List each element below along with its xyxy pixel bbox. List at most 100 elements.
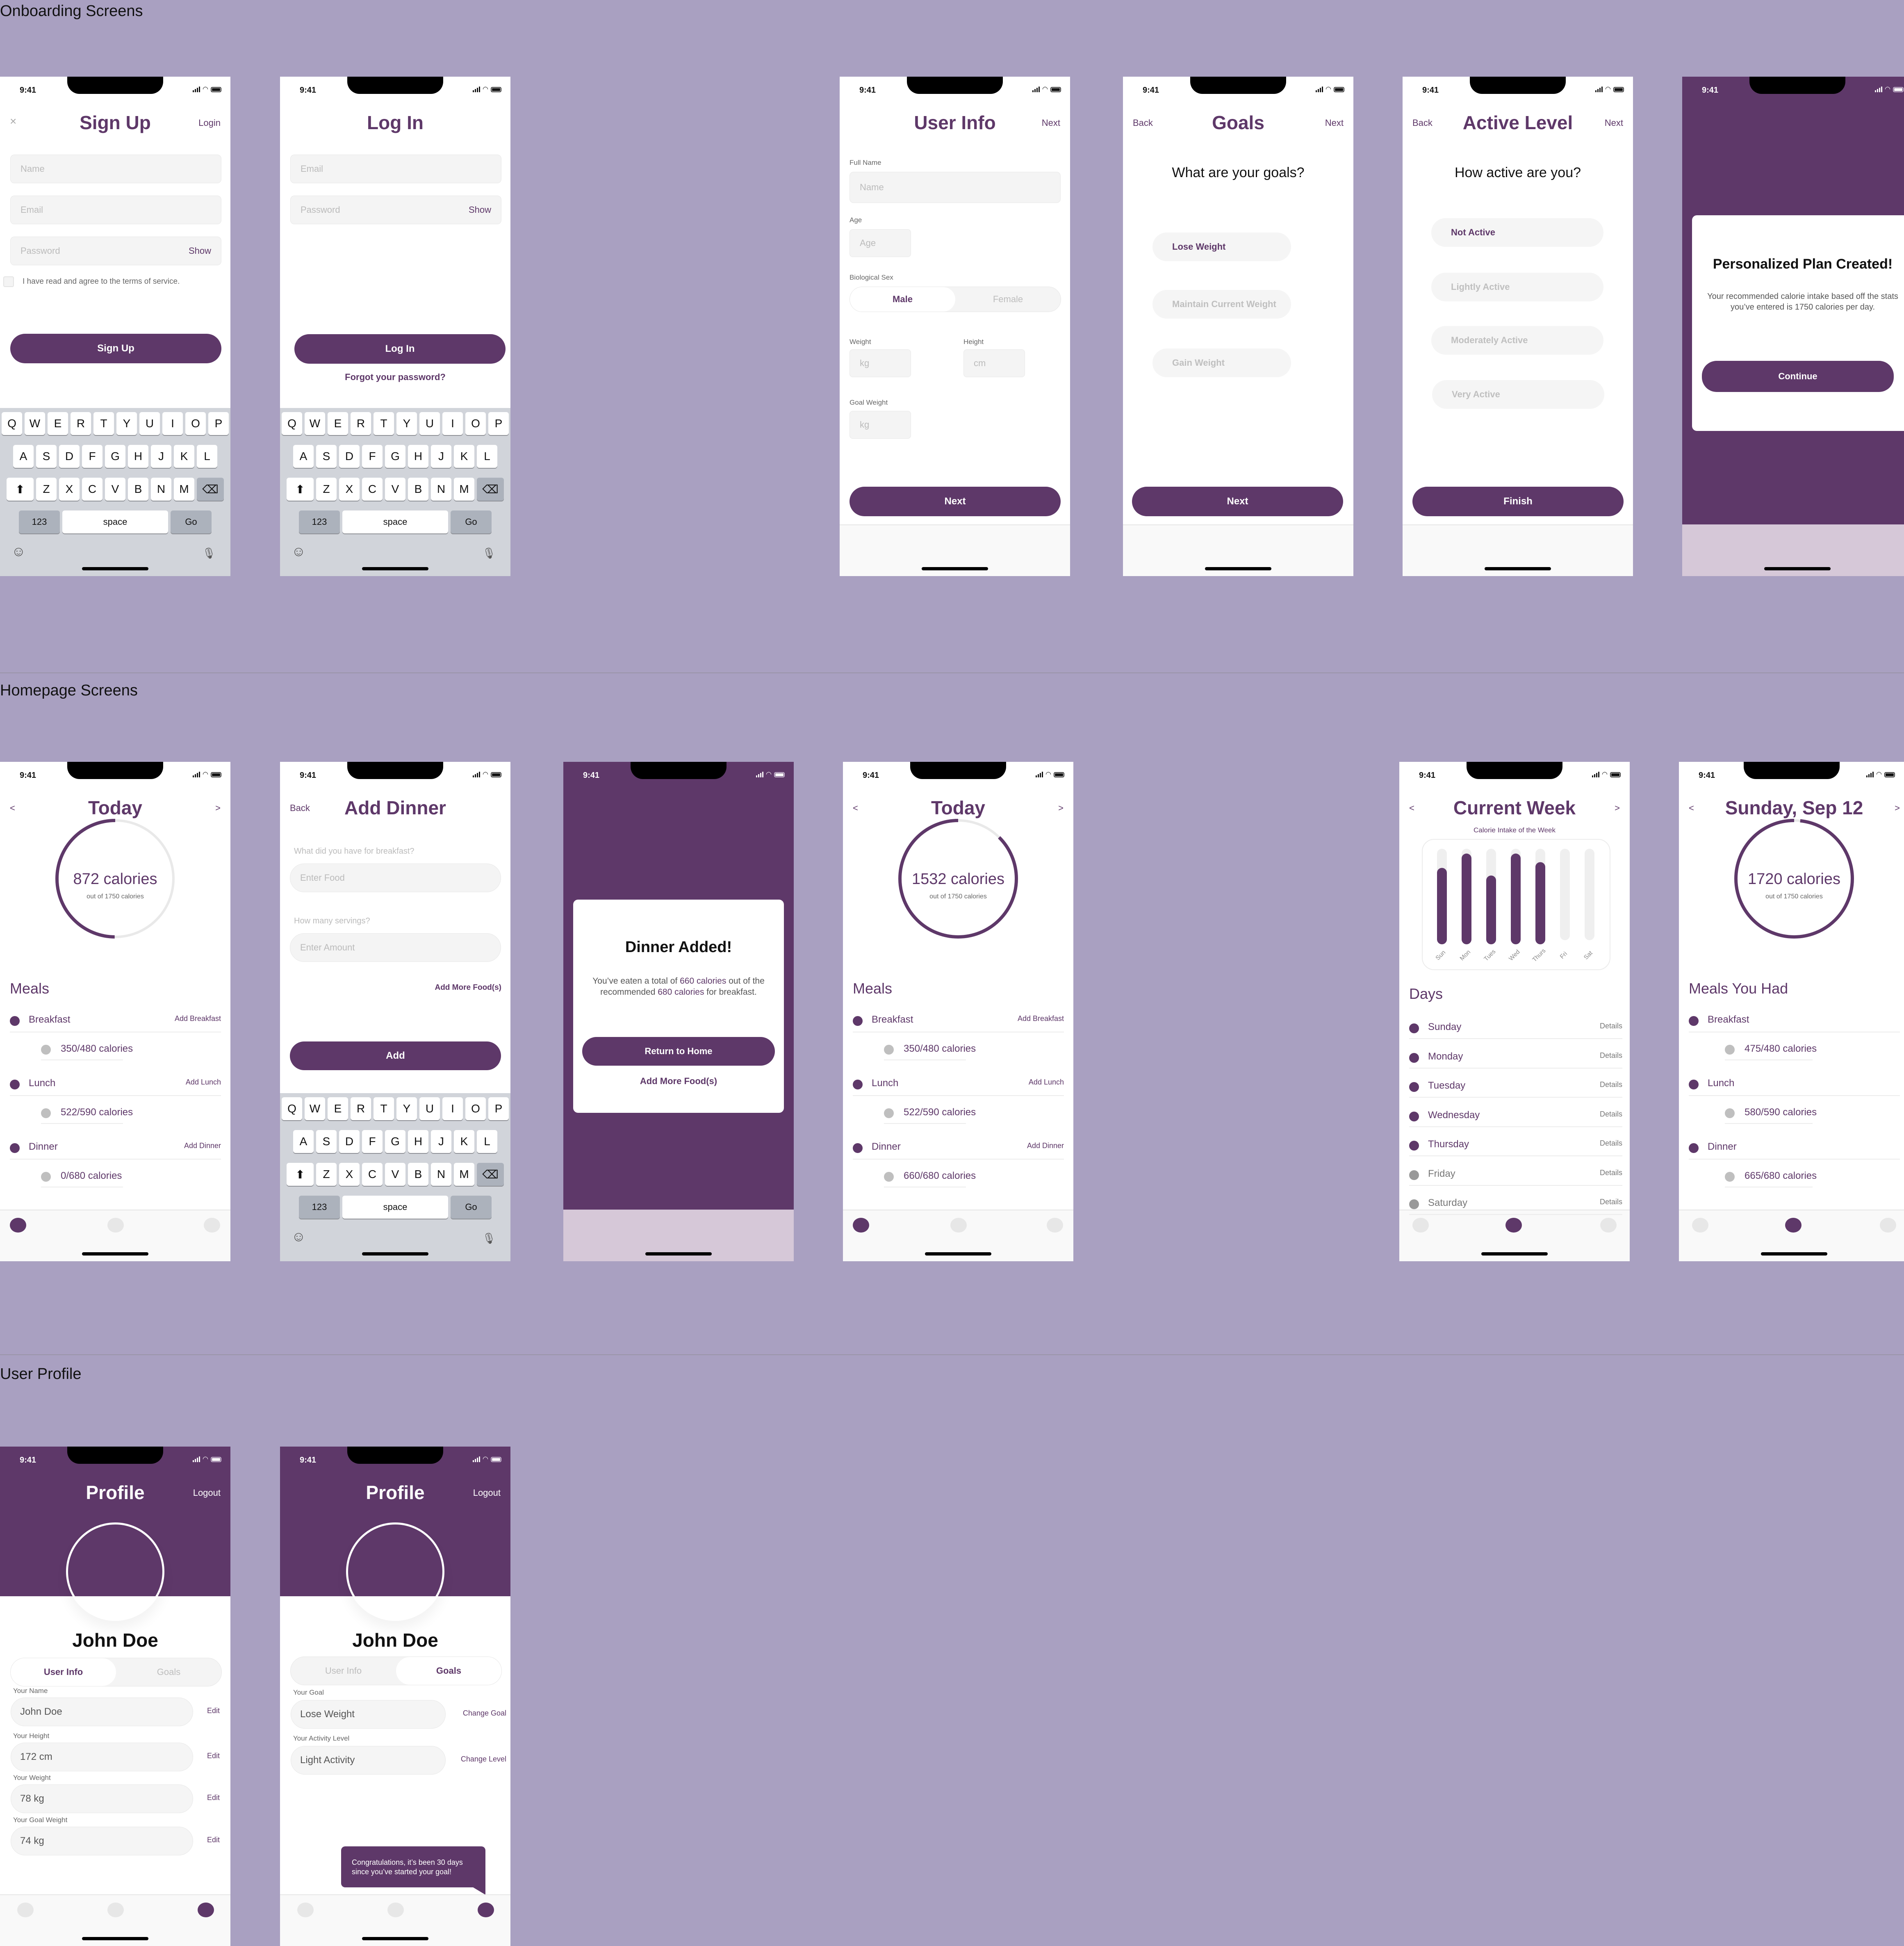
- tab-profile[interactable]: [198, 1903, 214, 1917]
- key-q[interactable]: Q: [2, 412, 22, 435]
- add-meal-link[interactable]: Add Dinner: [1027, 1142, 1064, 1150]
- key-j[interactable]: J: [151, 445, 171, 468]
- age-input[interactable]: Age: [850, 229, 911, 257]
- go-key[interactable]: Go: [451, 510, 492, 533]
- microphone-icon[interactable]: 🎙: [482, 547, 496, 560]
- sex-option-female[interactable]: Female: [955, 287, 1061, 312]
- emoji-icon[interactable]: ☺: [11, 544, 26, 560]
- add-meal-link[interactable]: Add Lunch: [186, 1078, 221, 1087]
- key-o[interactable]: O: [185, 412, 206, 435]
- edit-field-link[interactable]: Change Level: [461, 1755, 506, 1764]
- goal-weight-input[interactable]: kg: [850, 411, 911, 439]
- key-n[interactable]: N: [431, 1163, 451, 1186]
- avatar[interactable]: [66, 1522, 164, 1621]
- key-x[interactable]: X: [339, 478, 360, 501]
- tab-week[interactable]: [107, 1903, 124, 1917]
- password-input[interactable]: Password Show: [290, 196, 501, 224]
- key-a[interactable]: A: [293, 1130, 314, 1153]
- add-more-foods-link[interactable]: Add More Food(s): [573, 1076, 784, 1087]
- return-home-button[interactable]: Return to Home: [582, 1037, 775, 1066]
- key-r[interactable]: R: [351, 1097, 371, 1120]
- key-c[interactable]: C: [362, 478, 383, 501]
- key-s[interactable]: S: [36, 445, 57, 468]
- shift-key[interactable]: ⬆: [287, 1163, 314, 1186]
- tab-goals[interactable]: Goals: [116, 1658, 221, 1686]
- key-r[interactable]: R: [71, 412, 91, 435]
- key-t[interactable]: T: [374, 412, 394, 435]
- key-p[interactable]: P: [208, 412, 229, 435]
- shift-key[interactable]: ⬆: [7, 478, 34, 501]
- add-meal-link[interactable]: Add Lunch: [1029, 1078, 1064, 1087]
- key-x[interactable]: X: [339, 1163, 360, 1186]
- key-n[interactable]: N: [431, 478, 451, 501]
- sex-option-male[interactable]: Male: [850, 287, 955, 312]
- key-y[interactable]: Y: [396, 1097, 417, 1120]
- email-input[interactable]: Email: [10, 196, 221, 224]
- profile-field[interactable]: 78 kg: [11, 1784, 193, 1813]
- key-f[interactable]: F: [362, 1130, 383, 1153]
- numbers-key[interactable]: 123: [299, 1196, 340, 1219]
- terms-checkbox[interactable]: [3, 276, 14, 287]
- key-f[interactable]: F: [362, 445, 383, 468]
- key-t[interactable]: T: [374, 1097, 394, 1120]
- edit-field-link[interactable]: Change Goal: [463, 1709, 506, 1718]
- key-g[interactable]: G: [105, 445, 125, 468]
- space-key[interactable]: space: [342, 510, 448, 533]
- key-w[interactable]: W: [25, 412, 45, 435]
- key-x[interactable]: X: [59, 478, 80, 501]
- key-u[interactable]: U: [139, 412, 160, 435]
- tab-profile[interactable]: [478, 1903, 494, 1917]
- activity-option-not-active[interactable]: Not Active: [1431, 218, 1603, 247]
- key-c[interactable]: C: [82, 478, 102, 501]
- sign-up-button[interactable]: Sign Up: [10, 334, 221, 363]
- next-button[interactable]: Next: [850, 487, 1061, 516]
- key-o[interactable]: O: [465, 1097, 486, 1120]
- tab-week[interactable]: [1785, 1218, 1802, 1233]
- password-input[interactable]: Password Show: [10, 237, 221, 265]
- microphone-icon[interactable]: 🎙: [202, 547, 216, 560]
- key-z[interactable]: Z: [36, 478, 57, 501]
- key-k[interactable]: K: [454, 1130, 474, 1153]
- add-more-foods-link[interactable]: Add More Food(s): [435, 983, 501, 992]
- edit-field-link[interactable]: Edit: [207, 1836, 220, 1844]
- food-input[interactable]: Enter Food: [290, 864, 501, 892]
- key-l[interactable]: L: [477, 1130, 497, 1153]
- height-input[interactable]: cm: [963, 349, 1025, 377]
- key-k[interactable]: K: [454, 445, 474, 468]
- finish-button[interactable]: Finish: [1412, 487, 1624, 516]
- key-i[interactable]: I: [442, 1097, 463, 1120]
- next-link[interactable]: Next: [1325, 118, 1344, 128]
- add-button[interactable]: Add: [290, 1041, 501, 1070]
- key-a[interactable]: A: [13, 445, 34, 468]
- day-details-link[interactable]: Details: [1600, 1169, 1622, 1177]
- next-day-button[interactable]: >: [1058, 803, 1064, 813]
- key-l[interactable]: L: [197, 445, 217, 468]
- day-details-link[interactable]: Details: [1600, 1110, 1622, 1119]
- key-e[interactable]: E: [328, 1097, 348, 1120]
- emoji-icon[interactable]: ☺: [292, 1229, 306, 1245]
- weight-input[interactable]: kg: [850, 349, 911, 377]
- tab-home[interactable]: [1412, 1218, 1429, 1233]
- tab-week[interactable]: [387, 1903, 404, 1917]
- next-day-button[interactable]: >: [215, 803, 221, 813]
- key-z[interactable]: Z: [316, 478, 337, 501]
- email-input[interactable]: Email: [290, 155, 501, 183]
- key-o[interactable]: O: [465, 412, 486, 435]
- avatar[interactable]: [346, 1522, 444, 1621]
- tab-profile[interactable]: [1880, 1218, 1896, 1233]
- servings-input[interactable]: Enter Amount: [290, 933, 501, 962]
- next-button[interactable]: Next: [1132, 487, 1343, 516]
- key-i[interactable]: I: [162, 412, 183, 435]
- next-link[interactable]: Next: [1605, 118, 1623, 128]
- activity-option-lightly-active[interactable]: Lightly Active: [1431, 273, 1603, 301]
- add-meal-link[interactable]: Add Breakfast: [1018, 1014, 1064, 1023]
- key-m[interactable]: M: [454, 478, 474, 501]
- delete-key[interactable]: ⌫: [477, 478, 504, 501]
- numbers-key[interactable]: 123: [19, 510, 60, 533]
- key-h[interactable]: H: [408, 1130, 428, 1153]
- key-i[interactable]: I: [442, 412, 463, 435]
- tab-profile[interactable]: [1047, 1218, 1063, 1233]
- profile-field[interactable]: Lose Weight: [291, 1700, 446, 1729]
- tab-profile[interactable]: [204, 1218, 220, 1233]
- goal-option-gain-weight[interactable]: Gain Weight: [1152, 349, 1291, 377]
